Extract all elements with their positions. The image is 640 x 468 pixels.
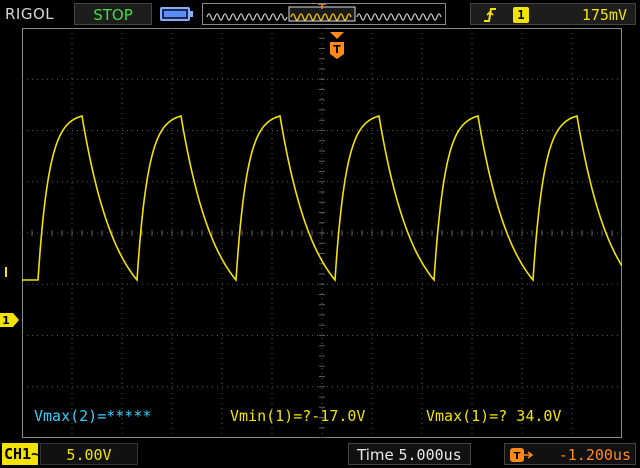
bottom-status-bar: CH1~ 5.00V Time 5.000us T -1.200us <box>0 440 640 468</box>
waveform-screen[interactable] <box>22 28 622 438</box>
svg-text:T: T <box>514 451 521 462</box>
measurement-vmax1: Vmax(1)=? 34.0V <box>426 407 562 425</box>
waveform-overview-icon <box>206 3 442 22</box>
trigger-level: 175mV <box>581 6 627 24</box>
top-status-bar: RIGOL STOP 1 175mV <box>0 0 640 28</box>
ch1-vertical-scale[interactable]: 5.00V <box>40 443 138 465</box>
horizontal-offset-panel[interactable]: T -1.200us <box>504 443 636 465</box>
measurement-vmax2: Vmax(2)=***** <box>34 407 152 425</box>
memory-depth-bar[interactable] <box>202 3 446 25</box>
run-stop-status[interactable]: STOP <box>74 3 152 25</box>
horizontal-offset-value: -1.200us <box>558 446 631 464</box>
ac-coupling-icon: ~ <box>31 445 41 463</box>
battery-icon <box>160 7 193 21</box>
trace-edge-marker <box>5 267 7 277</box>
rising-edge-icon <box>484 8 496 22</box>
ch1-channel-tag[interactable]: CH1~ <box>2 443 41 465</box>
graticule-grid <box>22 28 622 438</box>
timebase-panel[interactable]: Time 5.000us <box>348 443 471 465</box>
timebase-value: 5.000us <box>398 446 462 464</box>
ch1-ground-label: 1 <box>2 314 10 327</box>
ch1-ground-marker[interactable]: 1 <box>0 312 20 328</box>
measurement-vmin1: Vmin(1)=?-17.0V <box>230 407 366 425</box>
brand-logo: RIGOL <box>5 5 55 23</box>
trigger-source-badge: 1 <box>513 7 529 23</box>
timebase-label: Time <box>357 446 394 464</box>
trigger-panel[interactable]: 1 175mV <box>470 3 636 25</box>
ch1-label: CH1 <box>4 445 32 463</box>
trigger-offset-icon: T <box>510 448 533 462</box>
graticule <box>22 28 622 438</box>
